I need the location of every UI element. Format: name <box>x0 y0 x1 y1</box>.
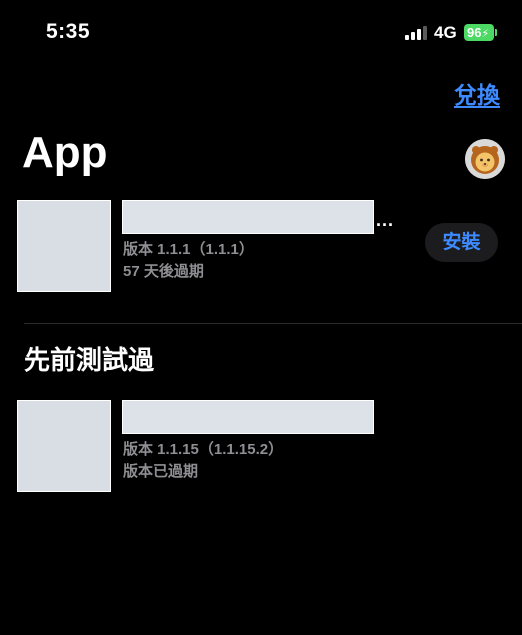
divider <box>24 323 522 324</box>
app-version: 版本 1.1.1（1.1.1） <box>123 241 254 258</box>
battery-level: 96 <box>467 25 482 40</box>
app-version: 版本 1.1.15（1.1.15.2） <box>123 441 284 458</box>
app-icon-placeholder[interactable] <box>17 400 111 492</box>
app-name-truncation: ... <box>376 210 395 230</box>
cellular-signal-icon <box>405 26 429 40</box>
charging-bolt-icon: ⚡ <box>481 28 490 40</box>
app-expiry: 版本已過期 <box>123 463 199 480</box>
network-type: 4G <box>434 23 457 42</box>
install-button[interactable]: 安裝 <box>425 223 498 262</box>
app-expiry: 57 天後過期 <box>123 263 204 280</box>
battery-cap <box>495 29 497 36</box>
status-time: 5:35 <box>46 20 91 43</box>
status-bar: 5:35 4G 96⚡ <box>0 0 522 62</box>
app-name-redacted <box>122 200 374 234</box>
lion-avatar-icon[interactable] <box>465 139 505 179</box>
list-item[interactable]: 版本 1.1.15（1.1.15.2） 版本已過期 <box>0 400 522 496</box>
app-icon-placeholder[interactable] <box>17 200 111 292</box>
redeem-link[interactable]: 兌換 <box>454 76 500 110</box>
battery-charging-icon: 96⚡ <box>464 24 494 41</box>
app-name-redacted <box>122 400 374 434</box>
page-title: App <box>22 128 108 177</box>
section-title-previously-tested: 先前測試過 <box>24 345 155 375</box>
